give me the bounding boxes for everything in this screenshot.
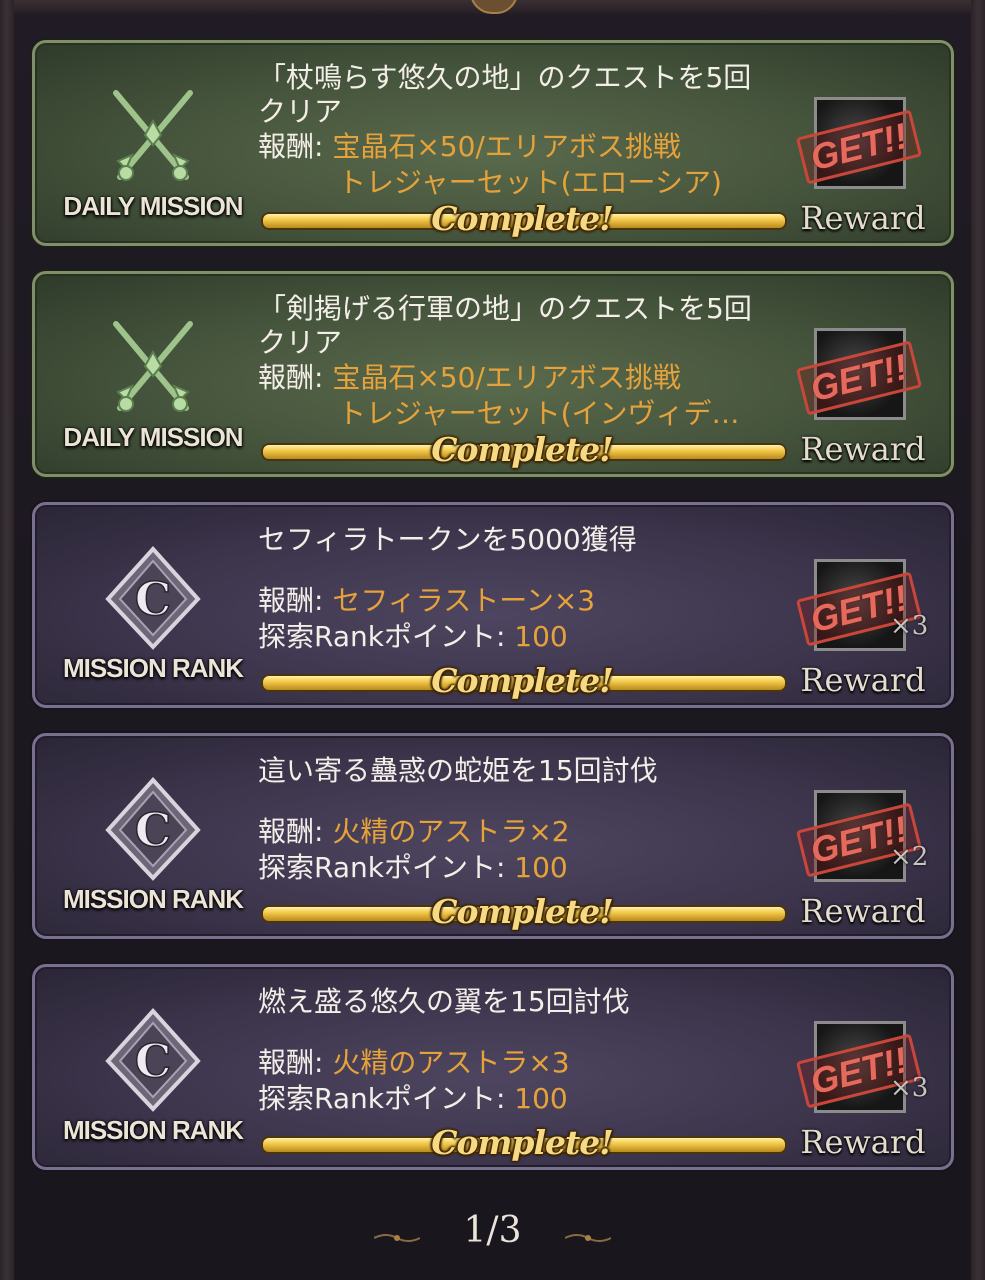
rank-points-value: 100 <box>514 851 568 884</box>
mission-card[interactable]: DAILY MISSION 「杖鳴らす悠久の地」のクエストを5回 クリア 報酬:… <box>32 40 954 246</box>
complete-label: Complete! <box>431 661 614 700</box>
mission-card[interactable]: DAILY MISSION 「剣掲げる行軍の地」のクエストを5回 クリア 報酬:… <box>32 271 954 477</box>
reward-button[interactable]: GET!! ×2 Reward <box>795 788 930 930</box>
reward-value: 宝晶石×50/エリアボス挑戦 <box>332 130 681 163</box>
reward-value-line2: トレジャーセット(エローシア) <box>338 166 722 199</box>
reward-prefix: 報酬: <box>258 584 333 617</box>
reward-line: 報酬: セフィラストーン×3 <box>258 583 808 619</box>
reward-line: 報酬: 宝晶石×50/エリアボス挑戦 <box>258 129 808 165</box>
rank-c-icon: C <box>105 546 201 650</box>
complete-label: Complete! <box>431 430 614 469</box>
reward-prefix: 報酬: <box>258 1046 333 1079</box>
emblem-label: MISSION RANK <box>62 884 244 914</box>
reward-button[interactable]: GET!! Reward <box>795 326 930 468</box>
rank-points-line: 探索Rankポイント: 100 <box>258 1081 808 1117</box>
mission-title: 「剣掲げる行軍の地」のクエストを5回 <box>258 292 752 325</box>
reward-button[interactable]: GET!! Reward <box>795 95 930 237</box>
left-frame <box>0 0 14 1280</box>
reward-quantity: ×2 <box>890 842 929 872</box>
emblem-label: MISSION RANK <box>62 653 244 683</box>
mission-text: 「剣掲げる行軍の地」のクエストを5回 クリア 報酬: 宝晶石×50/エリアボス挑… <box>258 292 808 432</box>
complete-label: Complete! <box>431 1123 614 1162</box>
progress-bar: Complete! <box>261 430 787 469</box>
mission-title: 燃え盛る悠久の翼を15回討伐 <box>258 985 630 1018</box>
reward-label: Reward <box>800 430 926 468</box>
complete-label: Complete! <box>431 892 614 931</box>
reward-button[interactable]: GET!! ×3 Reward <box>795 557 930 699</box>
mission-title-line2: クリア <box>258 326 343 359</box>
svg-text:C: C <box>135 1034 172 1088</box>
reward-value-line2: トレジャーセット(インヴィデ… <box>338 397 740 430</box>
reward-line: 報酬: 火精のアストラ×3 <box>258 1045 808 1081</box>
reward-prefix: 報酬: <box>258 361 333 394</box>
rank-points-prefix: 探索Rankポイント: <box>258 1082 515 1115</box>
mission-title: 「杖鳴らす悠久の地」のクエストを5回 <box>258 61 752 94</box>
mission-title: 這い寄る蠱惑の蛇姫を15回討伐 <box>258 754 658 787</box>
progress-bar: Complete! <box>261 199 787 238</box>
reward-quantity: ×3 <box>890 1073 929 1103</box>
rank-c-icon: C <box>105 777 201 881</box>
svg-text:C: C <box>135 572 172 626</box>
progress-bar: Complete! <box>261 661 787 700</box>
rank-points-line: 探索Rankポイント: 100 <box>258 619 808 655</box>
mission-emblem: C MISSION RANK <box>53 1005 253 1165</box>
mission-text: 燃え盛る悠久の翼を15回討伐 報酬: 火精のアストラ×3 探索Rankポイント:… <box>258 985 808 1117</box>
crossed-swords-icon <box>113 321 193 412</box>
mission-emblem: C MISSION RANK <box>53 543 253 703</box>
progress-bar: Complete! <box>261 892 787 931</box>
reward-button[interactable]: GET!! ×3 Reward <box>795 1019 930 1161</box>
reward-label: Reward <box>800 661 926 699</box>
right-frame <box>971 0 985 1280</box>
mission-card[interactable]: C MISSION RANK 這い寄る蠱惑の蛇姫を15回討伐 報酬: 火精のアス… <box>32 733 954 939</box>
mission-text: 「杖鳴らす悠久の地」のクエストを5回 クリア 報酬: 宝晶石×50/エリアボス挑… <box>258 61 808 201</box>
top-frame <box>0 0 985 14</box>
reward-label: Reward <box>800 199 926 237</box>
rank-points-value: 100 <box>514 620 568 653</box>
reward-line: 報酬: 火精のアストラ×2 <box>258 814 808 850</box>
mission-card[interactable]: C MISSION RANK セフィラトークンを5000獲得 報酬: セフィラス… <box>32 502 954 708</box>
emblem-label: DAILY MISSION <box>63 422 243 452</box>
rank-points-line: 探索Rankポイント: 100 <box>258 850 808 886</box>
mission-title-line2: クリア <box>258 95 343 128</box>
reward-value: セフィラストーン×3 <box>332 584 596 617</box>
rank-points-prefix: 探索Rankポイント: <box>258 851 515 884</box>
mission-emblem: DAILY MISSION <box>53 312 253 472</box>
reward-value: 火精のアストラ×2 <box>332 815 570 848</box>
mission-text: 這い寄る蠱惑の蛇姫を15回討伐 報酬: 火精のアストラ×2 探索Rankポイント… <box>258 754 808 886</box>
reward-line: 報酬: 宝晶石×50/エリアボス挑戦 <box>258 360 808 396</box>
reward-quantity: ×3 <box>890 611 929 641</box>
mission-emblem: DAILY MISSION <box>53 81 253 241</box>
emblem-label: DAILY MISSION <box>63 191 243 221</box>
crossed-swords-icon <box>113 90 193 181</box>
reward-value: 火精のアストラ×3 <box>332 1046 570 1079</box>
emblem-label: MISSION RANK <box>62 1115 244 1145</box>
reward-prefix: 報酬: <box>258 130 333 163</box>
pager-ornament-right-icon <box>565 1234 611 1242</box>
progress-bar: Complete! <box>261 1123 787 1162</box>
reward-prefix: 報酬: <box>258 815 333 848</box>
mission-card[interactable]: C MISSION RANK 燃え盛る悠久の翼を15回討伐 報酬: 火精のアスト… <box>32 964 954 1170</box>
mission-title: セフィラトークンを5000獲得 <box>258 523 637 556</box>
svg-text:C: C <box>135 803 172 857</box>
rank-points-prefix: 探索Rankポイント: <box>258 620 515 653</box>
top-ornament <box>470 0 518 14</box>
reward-label: Reward <box>800 892 926 930</box>
page-indicator: 1/3 <box>463 1210 522 1251</box>
mission-emblem: C MISSION RANK <box>53 774 253 934</box>
complete-label: Complete! <box>431 199 614 238</box>
mission-text: セフィラトークンを5000獲得 報酬: セフィラストーン×3 探索Rankポイン… <box>258 523 808 655</box>
reward-value: 宝晶石×50/エリアボス挑戦 <box>332 361 681 394</box>
reward-label: Reward <box>800 1123 926 1161</box>
rank-c-icon: C <box>105 1008 201 1112</box>
pagination[interactable]: 1/3 <box>0 1210 985 1266</box>
rank-points-value: 100 <box>514 1082 568 1115</box>
